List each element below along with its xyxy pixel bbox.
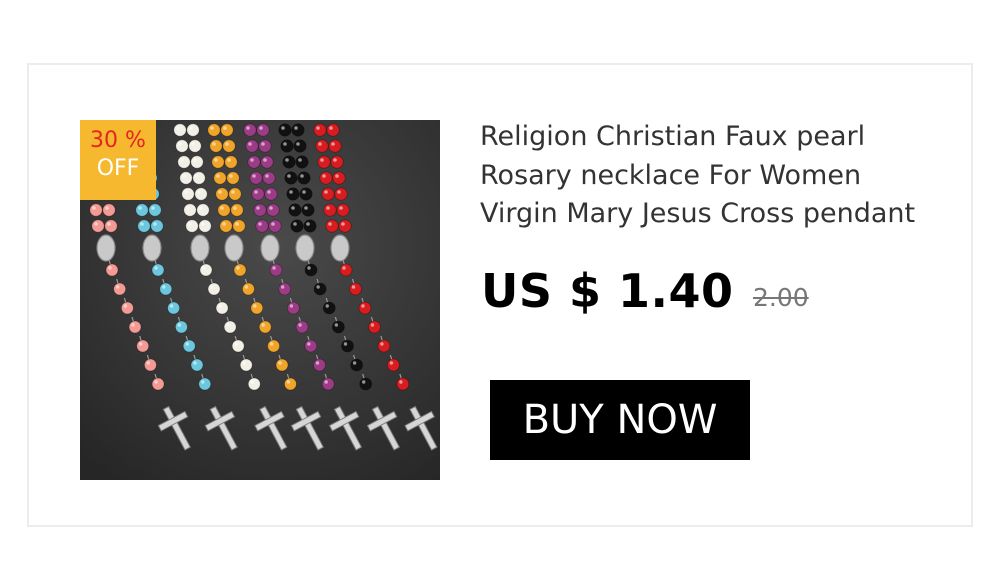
discount-percent: 30 % bbox=[90, 128, 146, 153]
current-price: US $ 1.40 bbox=[481, 264, 734, 318]
product-title: Religion Christian Faux pearl Rosary nec… bbox=[480, 118, 950, 234]
discount-off-label: OFF bbox=[96, 156, 140, 181]
product-title-line: Virgin Mary Jesus Cross pendant bbox=[480, 198, 916, 229]
product-title-line: Rosary necklace For Women bbox=[480, 159, 862, 191]
buy-now-button[interactable]: BUY NOW bbox=[490, 380, 750, 460]
product-title-line: Religion Christian Faux pearl bbox=[480, 121, 866, 152]
discount-badge: 30 % OFF bbox=[80, 120, 156, 200]
original-price: 2.00 bbox=[753, 283, 809, 312]
